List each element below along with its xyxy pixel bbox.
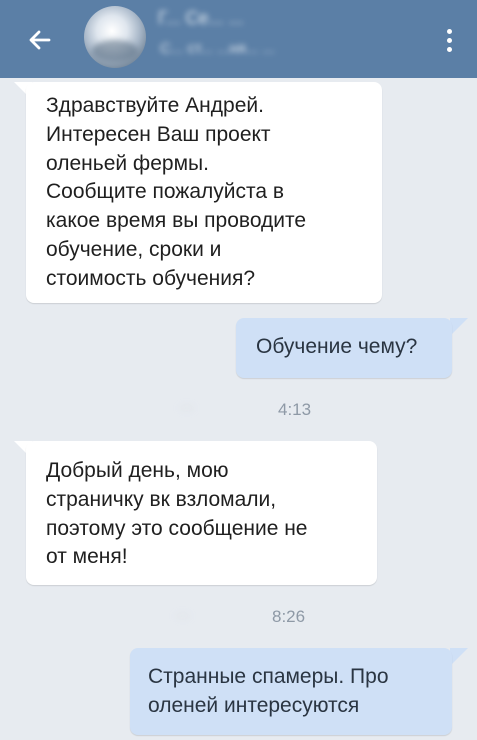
more-vertical-icon: [446, 28, 452, 34]
timestamp: 8:26: [272, 607, 306, 626]
contact-status: С... ст... ...ня... ...: [160, 40, 275, 57]
sender-name: ...: [176, 604, 190, 621]
back-button[interactable]: [22, 22, 58, 58]
more-menu-button[interactable]: [437, 22, 461, 58]
message-text: Обучение чему?: [256, 335, 418, 358]
arrow-left-icon: [29, 30, 51, 50]
avatar[interactable]: [84, 6, 146, 68]
message-incoming[interactable]: Здравствуйте Андрей. Интересен Ваш проек…: [26, 82, 382, 303]
message-text: Добрый день, мою страничку вк взломали, …: [46, 459, 308, 569]
sender-name: ...: [180, 396, 194, 413]
message-outgoing[interactable]: Странные спамеры. Про оленей интересуютс…: [130, 648, 452, 735]
chat-header: Г... Се... ... С... ст... ...ня... ...: [0, 0, 477, 78]
message-text: Странные спамеры. Про оленей интересуютс…: [148, 665, 389, 717]
timestamp: 4:13: [278, 400, 312, 419]
contact-name[interactable]: Г... Се... ...: [158, 8, 244, 29]
message-outgoing[interactable]: Обучение чему?: [236, 318, 452, 378]
bubble-tail: [450, 648, 468, 666]
bubble-tail: [450, 318, 468, 336]
message-incoming[interactable]: Добрый день, мою страничку вк взломали, …: [26, 441, 377, 585]
message-text: Здравствуйте Андрей. Интересен Ваш проек…: [46, 94, 307, 290]
